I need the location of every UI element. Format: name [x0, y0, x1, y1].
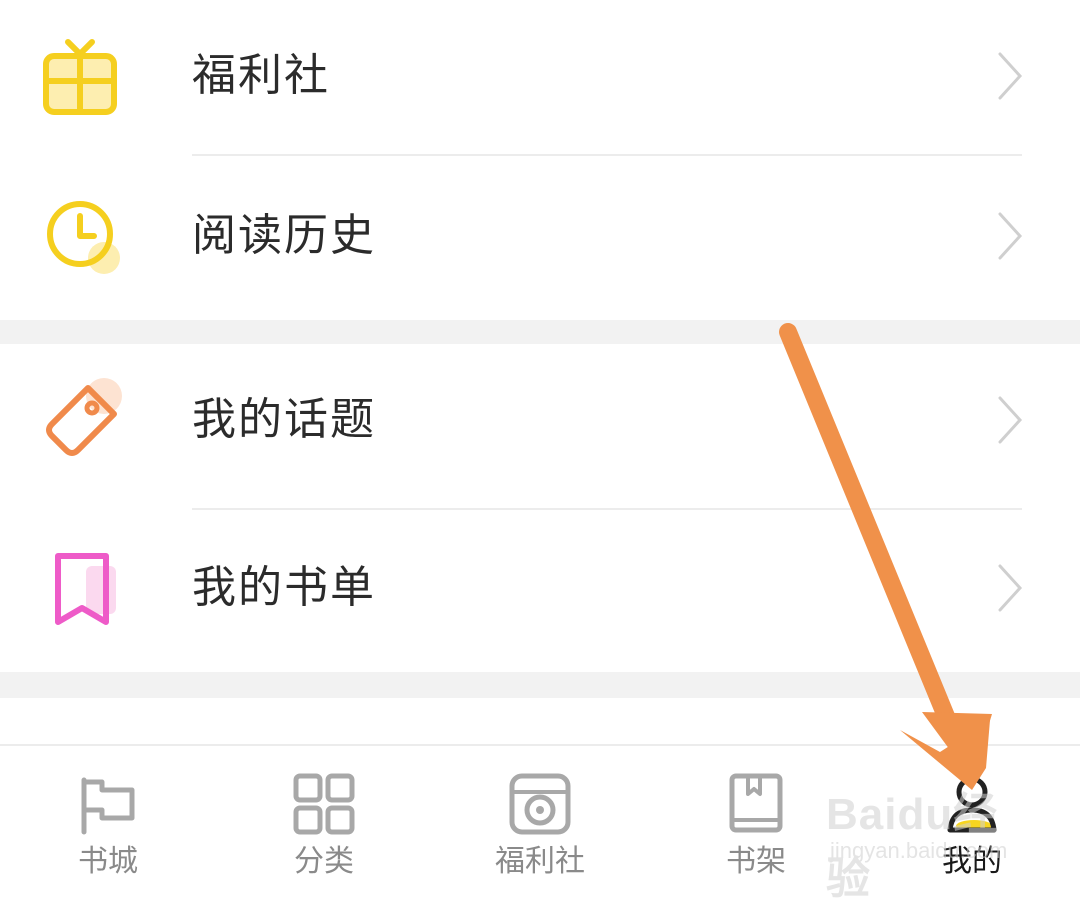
book-icon [724, 772, 788, 836]
chevron-right-icon [994, 394, 1026, 446]
bookmark-icon [40, 546, 124, 630]
tab-me[interactable]: 我的 [892, 746, 1052, 894]
menu-item-my-topics[interactable]: 我的话题 [0, 344, 1080, 504]
flag-icon [76, 772, 140, 836]
chevron-right-icon [994, 50, 1026, 102]
tab-label: 书城 [78, 844, 138, 879]
tab-bookshelf[interactable]: 书架 [676, 746, 836, 894]
menu-item-welfare[interactable]: 福利社 [0, 0, 1080, 160]
clock-icon [40, 194, 124, 278]
row-divider [192, 154, 1022, 156]
tab-bookstore[interactable]: 书城 [28, 746, 188, 894]
menu-item-label: 我的书单 [192, 562, 376, 613]
gift-icon [40, 34, 124, 118]
section-separator [0, 672, 1080, 698]
tag-icon [40, 378, 124, 462]
menu-item-reading-history[interactable]: 阅读历史 [0, 160, 1080, 320]
camera-icon [508, 772, 572, 836]
tab-welfare[interactable]: 福利社 [460, 746, 620, 894]
menu-item-label: 我的话题 [192, 394, 376, 445]
chevron-right-icon [994, 210, 1026, 262]
bottom-tab-bar: 书城 分类 福利社 书架 我的 [0, 744, 1080, 894]
grid-icon [292, 772, 356, 836]
user-icon [940, 772, 1004, 836]
tab-categories[interactable]: 分类 [244, 746, 404, 894]
tab-label: 我的 [942, 844, 1002, 879]
menu-item-my-booklist[interactable]: 我的书单 [0, 512, 1080, 672]
tab-label: 福利社 [495, 844, 585, 879]
row-divider [192, 508, 1022, 510]
menu-item-label: 阅读历史 [192, 210, 376, 261]
menu-item-label: 福利社 [192, 50, 330, 101]
tab-label: 书架 [726, 844, 786, 879]
tab-label: 分类 [294, 844, 354, 879]
chevron-right-icon [994, 562, 1026, 614]
section-separator [0, 320, 1080, 344]
